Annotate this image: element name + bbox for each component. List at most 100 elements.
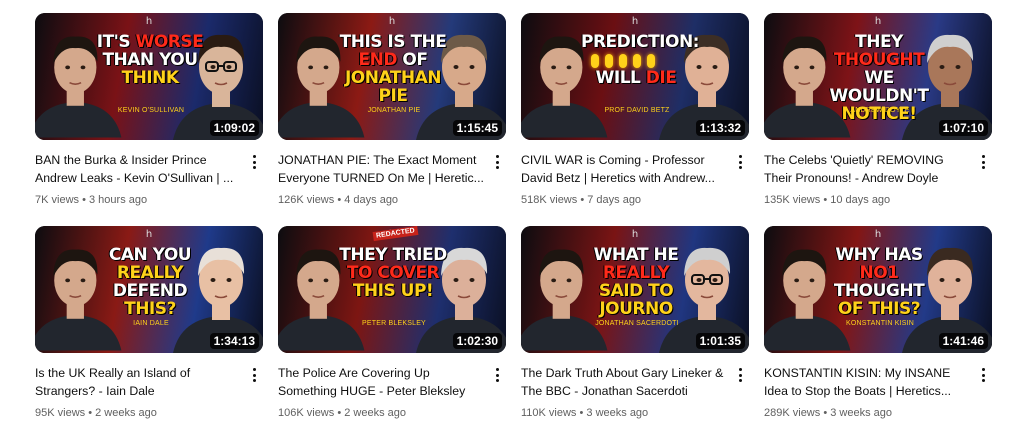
upload-age: 4 days ago <box>344 194 399 206</box>
coin-icon <box>619 54 627 68</box>
more-vert-icon[interactable] <box>974 364 992 386</box>
kebab-dot <box>981 379 985 382</box>
kebab-dot <box>738 368 742 371</box>
video-title[interactable]: CIVIL WAR is Coming - Professor David Be… <box>521 151 727 187</box>
more-vert-icon[interactable] <box>245 151 263 173</box>
video-thumbnail[interactable]: h PREDICTION: WILL DIE PROF DAVID BETZ 1:13… <box>521 13 749 140</box>
view-count: 110K views <box>521 407 577 419</box>
video-title[interactable]: The Police Are Covering Up Something HUG… <box>278 364 484 400</box>
duration-badge: 1:07:10 <box>938 120 988 136</box>
coin-icon <box>605 54 613 68</box>
upload-age: 3 hours ago <box>89 194 148 206</box>
video-meta: JONATHAN PIE: The Exact Moment Everyone … <box>278 151 506 207</box>
headline-part: THIS? <box>124 299 176 319</box>
video-meta: BAN the Burka & Insider Prince Andrew Le… <box>35 151 263 207</box>
video-card[interactable]: hREDACTEDTHEY TRIED TO COVER THIS UP!PET… <box>278 226 506 420</box>
headline-part: THEY <box>855 32 903 52</box>
duration-badge: 1:34:13 <box>209 333 259 349</box>
video-stats: 126K views • 4 days ago <box>278 193 484 207</box>
more-vert-icon[interactable] <box>731 364 749 386</box>
video-meta: The Dark Truth About Gary Lineker & The … <box>521 364 749 420</box>
video-card[interactable]: h THEY THOUGHT WE WOULDN'T NOTICE! ANDREW … <box>764 13 992 207</box>
view-count: 126K views <box>278 194 335 206</box>
thumbnail-headline: THEY TRIED TO COVER THIS UP! <box>338 246 448 300</box>
more-vert-icon[interactable] <box>974 151 992 173</box>
guest-caption: IAIN DALE <box>133 320 169 327</box>
channel-watermark: h <box>874 16 882 27</box>
kebab-dot <box>252 379 256 382</box>
kebab-dot <box>252 368 256 371</box>
guest-caption: PROF DAVID BETZ <box>604 107 670 114</box>
video-title[interactable]: The Celebs 'Quietly' REMOVING Their Pron… <box>764 151 970 187</box>
guest-caption: JONATHAN SACERDOTI <box>595 320 679 327</box>
video-thumbnail[interactable]: h IT'S WORSE THAN YOU THINK KEVIN O'SULLIV… <box>35 13 263 140</box>
video-card[interactable]: h IT'S WORSE THAN YOU THINK KEVIN O'SULLIV… <box>35 13 263 207</box>
video-meta: KONSTANTIN KISIN: My INSANE Idea to Stop… <box>764 364 992 420</box>
kebab-dot <box>495 379 499 382</box>
headline-part: COVER <box>377 263 440 283</box>
more-vert-icon[interactable] <box>731 151 749 173</box>
video-thumbnail[interactable]: h WHAT HE REALLY SAID TO JOURNO JONATHAN S… <box>521 226 749 353</box>
video-stats: 7K views • 3 hours ago <box>35 193 241 207</box>
view-count: 289K views <box>764 407 821 419</box>
kebab-dot <box>981 368 985 371</box>
headline-part: WORSE <box>135 32 204 52</box>
video-card[interactable]: h CAN YOU REALLY DEFEND THIS? IAIN DALE 1:3… <box>35 226 263 420</box>
headline-part: THIS IS <box>339 32 411 52</box>
coin-row <box>591 54 655 68</box>
headline-part: THINK <box>121 68 179 88</box>
duration-badge: 1:13:32 <box>695 120 745 136</box>
video-thumbnail[interactable]: h THIS IS THE END OF JONATHAN PIE JONATHAN… <box>278 13 506 140</box>
video-card[interactable]: h PREDICTION: WILL DIE PROF DAVID BETZ 1:13… <box>521 13 749 207</box>
duration-badge: 1:02:30 <box>452 333 502 349</box>
video-title[interactable]: JONATHAN PIE: The Exact Moment Everyone … <box>278 151 484 187</box>
video-thumbnail[interactable]: h WHY HAS NO1 THOUGHT OF THIS? KONSTANTIN … <box>764 226 992 353</box>
kebab-dot <box>981 160 985 164</box>
upload-age: 2 weeks ago <box>95 407 157 419</box>
video-title[interactable]: The Dark Truth About Gary Lineker & The … <box>521 364 727 400</box>
kebab-dot <box>495 166 499 169</box>
coin-icon <box>591 54 599 68</box>
upload-age: 3 weeks ago <box>586 407 649 419</box>
kebab-dot <box>495 160 499 164</box>
headline-part: OF THIS? <box>837 299 921 319</box>
video-title[interactable]: Is the UK Really an Island of Strangers?… <box>35 364 241 400</box>
kebab-dot <box>738 160 742 164</box>
video-title[interactable]: BAN the Burka & Insider Prince Andrew Le… <box>35 151 241 187</box>
video-stats: 106K views • 2 weeks ago <box>278 406 484 420</box>
more-vert-icon[interactable] <box>245 364 263 386</box>
coin-icon <box>633 54 641 68</box>
video-thumbnail[interactable]: h THEY THOUGHT WE WOULDN'T NOTICE! ANDREW … <box>764 13 992 140</box>
video-title[interactable]: KONSTANTIN KISIN: My INSANE Idea to Stop… <box>764 364 970 400</box>
kebab-dot <box>981 166 985 169</box>
video-stats: 95K views • 2 weeks ago <box>35 406 241 420</box>
upload-age: 10 days ago <box>830 194 891 206</box>
video-stats: 518K views • 7 days ago <box>521 193 727 207</box>
kebab-dot <box>738 373 742 377</box>
video-stats: 110K views • 3 weeks ago <box>521 406 727 420</box>
headline-part: THE <box>410 32 447 52</box>
more-vert-icon[interactable] <box>488 151 506 173</box>
thumbnail-headline: WHY HAS NO1 THOUGHT OF THIS? <box>824 246 934 318</box>
stats-separator: • <box>85 407 96 419</box>
video-meta: The Celebs 'Quietly' REMOVING Their Pron… <box>764 151 992 207</box>
stats-separator: • <box>820 407 831 419</box>
video-card[interactable]: h WHAT HE REALLY SAID TO JOURNO JONATHAN S… <box>521 226 749 420</box>
channel-watermark: h <box>145 229 153 240</box>
headline-part: JONATHAN PIE <box>344 68 442 106</box>
video-card[interactable]: h THIS IS THE END OF JONATHAN PIE JONATHAN… <box>278 13 506 207</box>
stats-separator: • <box>334 194 345 206</box>
kebab-dot <box>738 155 742 158</box>
more-vert-icon[interactable] <box>488 364 506 386</box>
video-thumbnail[interactable]: hREDACTEDTHEY TRIED TO COVER THIS UP!PET… <box>278 226 506 353</box>
video-thumbnail[interactable]: h CAN YOU REALLY DEFEND THIS? IAIN DALE 1:3… <box>35 226 263 353</box>
kebab-dot <box>495 373 499 377</box>
channel-watermark: h <box>631 229 639 240</box>
headline-part: PREDICTION: <box>581 32 699 52</box>
video-stats: 289K views • 3 weeks ago <box>764 406 970 420</box>
kebab-dot <box>981 373 985 377</box>
view-count: 135K views <box>764 194 821 206</box>
video-card[interactable]: h WHY HAS NO1 THOUGHT OF THIS? KONSTANTIN … <box>764 226 992 420</box>
video-row: h CAN YOU REALLY DEFEND THIS? IAIN DALE 1:3… <box>35 226 1024 420</box>
view-count: 106K views <box>278 407 335 419</box>
